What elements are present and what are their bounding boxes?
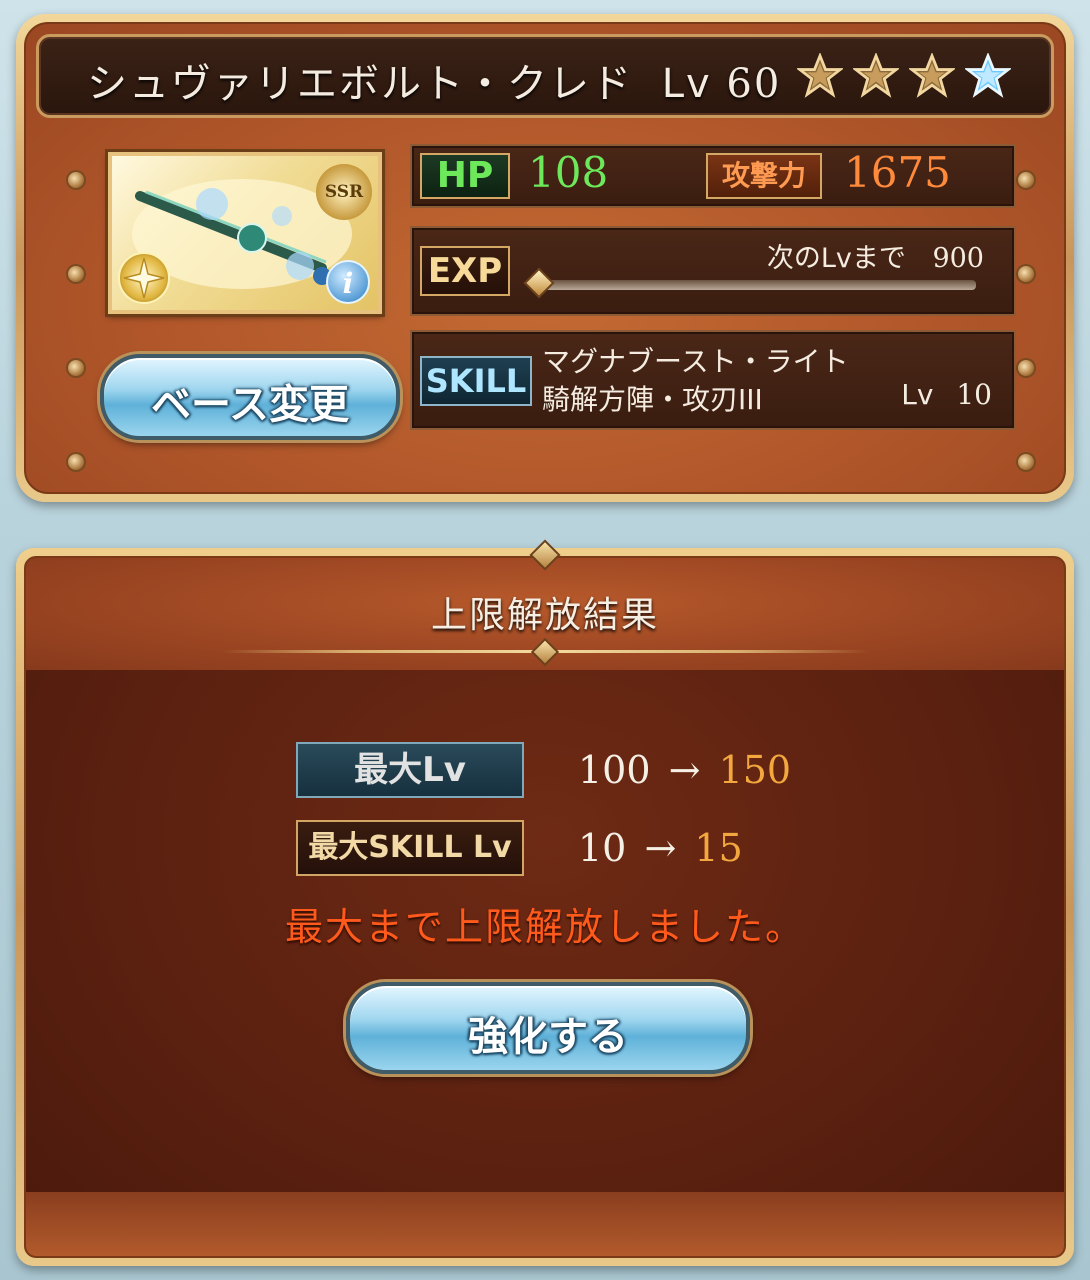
star-icon xyxy=(797,53,843,98)
exp-next-value: 900 xyxy=(932,243,984,274)
blue-star-icon xyxy=(965,53,1011,98)
info-icon[interactable]: i xyxy=(326,260,370,304)
weapon-card-body: シュヴァリエボルト・クレド Lv 60 SSR i ベース変更 HP 108 攻… xyxy=(24,22,1066,494)
max-skill-lv-tag: 最大SKILL Lv xyxy=(296,820,524,876)
exp-box: EXP 次のLvまで 900 xyxy=(410,226,1016,316)
result-panel-footer xyxy=(26,1192,1064,1256)
weapon-name: シュヴァリエボルト・クレド xyxy=(87,61,633,107)
atk-value: 1675 xyxy=(844,148,951,197)
max-skill-lv-arrow: → xyxy=(644,826,677,870)
weapon-level-label: Lv xyxy=(661,61,712,107)
base-change-label: ベース変更 xyxy=(151,382,349,428)
ssr-badge: SSR xyxy=(316,164,372,220)
exp-progress-bar xyxy=(536,280,976,290)
rivet xyxy=(1018,266,1034,282)
weapon-level: 60 xyxy=(726,61,782,107)
rivet xyxy=(1018,172,1034,188)
max-lv-change: 100 → 150 xyxy=(578,748,791,792)
skill-name-2: 騎解方陣・攻刃III xyxy=(542,383,763,416)
enhance-button[interactable]: 強化する xyxy=(346,982,750,1074)
light-element-icon xyxy=(118,252,170,304)
hp-atk-box: HP 108 攻撃力 1675 xyxy=(410,144,1016,208)
exp-tag: EXP xyxy=(420,246,510,296)
hp-value: 108 xyxy=(528,148,609,197)
skill-tag: SKILL xyxy=(420,356,532,406)
max-lv-to: 150 xyxy=(718,748,792,792)
star-icon xyxy=(909,53,955,98)
skill-level-label: Lv xyxy=(901,378,934,411)
skill-level: Lv 10 xyxy=(901,378,992,411)
max-lv-arrow: → xyxy=(668,748,701,792)
max-lv-from: 100 xyxy=(578,748,651,792)
hp-tag: HP xyxy=(420,153,510,199)
skill-name-1: マグナブースト・ライト xyxy=(542,345,849,378)
base-change-button[interactable]: ベース変更 xyxy=(100,354,400,440)
max-skill-lv-change: 10 → 15 xyxy=(578,826,743,870)
exp-progress-marker xyxy=(523,267,555,299)
rivet xyxy=(1018,454,1034,470)
max-skill-lv-from: 10 xyxy=(578,826,627,870)
atk-tag: 攻撃力 xyxy=(706,153,822,199)
result-title: 上限解放結果 xyxy=(430,595,659,636)
rivet xyxy=(68,172,84,188)
star-icon xyxy=(853,53,899,98)
rivet xyxy=(68,360,84,376)
weapon-thumbnail[interactable]: SSR i xyxy=(108,152,382,314)
exp-next-label: 次のLvまで 900 xyxy=(767,236,984,275)
max-skill-lv-to: 15 xyxy=(694,826,743,870)
result-panel-body: 上限解放結果 最大Lv 100 → 150 最大SKILL Lv 10 → 15… xyxy=(24,556,1066,1258)
weapon-card: シュヴァリエボルト・クレド Lv 60 SSR i ベース変更 HP 108 攻… xyxy=(16,14,1074,502)
skill-box: SKILL マグナブースト・ライト 騎解方陣・攻刃III Lv 10 xyxy=(410,330,1016,430)
rivet xyxy=(68,454,84,470)
exp-next-text: 次のLvまで xyxy=(766,243,906,274)
rivet xyxy=(1018,360,1034,376)
result-panel: 上限解放結果 最大Lv 100 → 150 最大SKILL Lv 10 → 15… xyxy=(16,539,1074,1266)
weapon-title-bar: シュヴァリエボルト・クレド Lv 60 xyxy=(36,34,1054,118)
rivet xyxy=(68,266,84,282)
rarity-stars xyxy=(797,53,1011,99)
enhance-label: 強化する xyxy=(468,1014,628,1060)
skill-level-value: 10 xyxy=(956,378,992,411)
weapon-title: シュヴァリエボルト・クレド Lv 60 xyxy=(87,51,781,109)
max-lv-tag: 最大Lv xyxy=(296,742,524,798)
limit-break-notice: 最大まで上限解放しました。 xyxy=(284,905,805,949)
